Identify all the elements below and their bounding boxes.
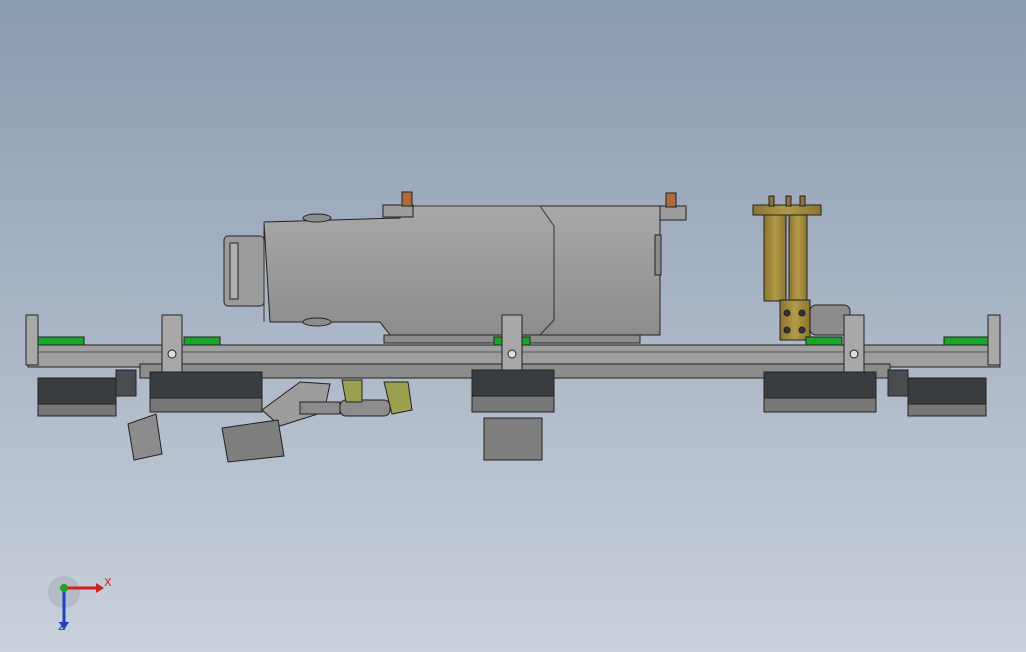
axis-x-label: X [104, 576, 112, 589]
axis-y-arrow-icon [60, 584, 68, 592]
gripper-unit-2[interactable] [149, 371, 263, 413]
gripper-unit-4[interactable] [763, 371, 877, 413]
main-frame-beam[interactable] [25, 314, 1001, 379]
green-pad [943, 336, 991, 346]
green-pad [805, 336, 843, 346]
cad-viewport[interactable]: X Z [0, 0, 1026, 652]
cad-model-view[interactable] [0, 0, 1026, 652]
green-pad [183, 336, 221, 346]
copper-fitting-right [665, 192, 677, 208]
green-pad [37, 336, 85, 346]
motor-main-body [263, 205, 661, 336]
coordinate-triad: X Z [48, 572, 118, 638]
axis-z-label: Z [58, 620, 66, 633]
copper-fitting-left [401, 191, 413, 207]
motor-top-flange [382, 204, 414, 218]
